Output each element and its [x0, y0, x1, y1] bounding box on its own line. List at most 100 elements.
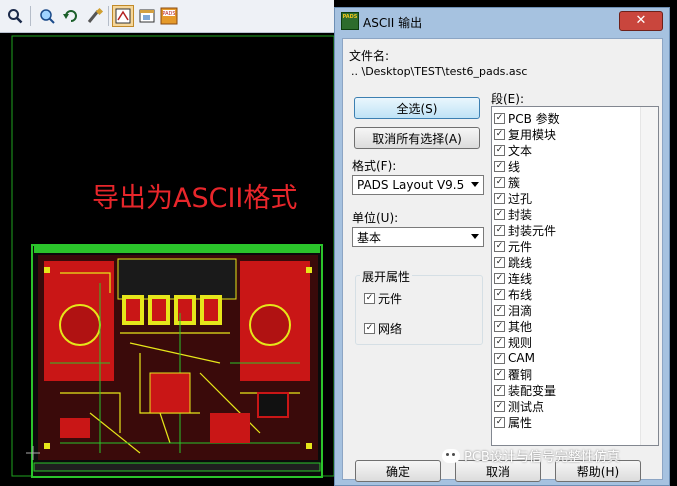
watermark: PCB设计与信号完整性仿真: [442, 446, 620, 465]
checkbox-checked-icon: ✓: [494, 128, 505, 140]
pcb-board-image: [11, 35, 334, 478]
checkbox-checked-icon: ✓: [494, 352, 505, 364]
sections-list: ✓ PCB 参数 ✓ 复用模块 ✓ 文本 ✓ 线 ✓ 簇 ✓ 过孔 ✓ 封装 ✓ 封装元件 ✓ 元件 ✓ 跳线 ✓ 连线 ✓…: [494, 110, 639, 430]
toolbar-separator: [108, 6, 109, 26]
sections-label: 段(E):: [491, 92, 524, 106]
section-item[interactable]: ✓ 封装元件: [494, 222, 639, 238]
unit-label: 单位(U):: [352, 211, 399, 225]
section-item[interactable]: ✓ 线: [494, 158, 639, 174]
section-item[interactable]: ✓ 封装: [494, 206, 639, 222]
pads-logo-icon[interactable]: PADS: [158, 5, 180, 27]
section-item-label: 跳线: [508, 255, 533, 270]
checkbox-checked-icon: ✓: [494, 288, 505, 300]
unit-select-value: 基本: [357, 230, 382, 245]
format-select[interactable]: PADS Layout V9.5: [352, 175, 484, 195]
checkbox-checked-icon: ✓: [494, 192, 505, 204]
checkbox-checked-icon: ✓: [494, 160, 505, 172]
section-item-label: 覆铜: [508, 367, 533, 382]
section-item[interactable]: ✓ 连线: [494, 270, 639, 286]
brush-icon[interactable]: [84, 5, 106, 27]
dialog-titlebar[interactable]: PADS ASCII 输出 ✕: [335, 8, 669, 34]
section-item-label: 泪滴: [508, 303, 533, 318]
window-icon[interactable]: [136, 5, 158, 27]
checkbox-checked-icon: ✓: [494, 256, 505, 268]
expand-attributes-group: 展开属性 ✓ 元件 ✓ 网络: [355, 268, 483, 345]
checkbox-checked-icon: ✓: [494, 400, 505, 412]
pcb-icon[interactable]: [112, 5, 134, 27]
dialog-title: ASCII 输出: [363, 16, 423, 30]
section-item-label: 过孔: [508, 191, 533, 206]
expand-nets-checkbox[interactable]: ✓ 网络: [364, 320, 402, 337]
listbox-scrollbar[interactable]: [640, 107, 658, 445]
chevron-down-icon: [471, 182, 479, 187]
section-item[interactable]: ✓ 泪滴: [494, 302, 639, 318]
ascii-output-dialog: PADS ASCII 输出 ✕ 文件名: .. \Desktop\TEST\te…: [334, 7, 670, 486]
checkbox-checked-icon: ✓: [494, 272, 505, 284]
section-item-label: 属性: [508, 415, 533, 430]
checkbox-checked-icon: ✓: [494, 416, 505, 428]
section-item[interactable]: ✓ 覆铜: [494, 366, 639, 382]
checkbox-checked-icon: ✓: [364, 293, 375, 304]
section-item-label: 布线: [508, 287, 533, 302]
section-item-label: 其他: [508, 319, 533, 334]
unit-select[interactable]: 基本: [352, 227, 484, 247]
section-item[interactable]: ✓ PCB 参数: [494, 110, 639, 126]
section-item[interactable]: ✓ 装配变量: [494, 382, 639, 398]
section-item-label: 文本: [508, 143, 533, 158]
section-item-label: PCB 参数: [508, 111, 560, 126]
close-button[interactable]: ✕: [619, 11, 663, 31]
sections-listbox[interactable]: ✓ PCB 参数 ✓ 复用模块 ✓ 文本 ✓ 线 ✓ 簇 ✓ 过孔 ✓ 封装 ✓ 封装元件 ✓ 元件 ✓ 跳线 ✓ 连线 ✓…: [491, 106, 659, 446]
section-item[interactable]: ✓ 测试点: [494, 398, 639, 414]
section-item-label: 线: [508, 159, 521, 174]
section-item-label: CAM: [508, 351, 535, 365]
checkbox-checked-icon: ✓: [494, 336, 505, 348]
toolbar: PADS: [0, 0, 334, 33]
format-label: 格式(F):: [352, 159, 397, 173]
section-item-label: 封装: [508, 207, 533, 222]
pcb-canvas[interactable]: 导出为ASCII格式: [0, 33, 334, 486]
checkbox-checked-icon: ✓: [494, 144, 505, 156]
undo-icon[interactable]: [60, 5, 82, 27]
wechat-icon: [442, 448, 460, 463]
section-item[interactable]: ✓ 布线: [494, 286, 639, 302]
section-item[interactable]: ✓ 过孔: [494, 190, 639, 206]
expand-parts-checkbox[interactable]: ✓ 元件: [364, 290, 402, 307]
svg-text:PADS: PADS: [162, 11, 175, 17]
checkbox-checked-icon: ✓: [494, 384, 505, 396]
section-item-label: 装配变量: [508, 383, 557, 398]
section-item-label: 规则: [508, 335, 533, 350]
checkbox-checked-icon: ✓: [494, 320, 505, 332]
section-item-label: 簇: [508, 175, 521, 190]
dialog-client-area: 文件名: .. \Desktop\TEST\test6_pads.asc 全选(…: [342, 38, 663, 482]
toolbar-separator: [30, 6, 31, 26]
checkbox-checked-icon: ✓: [364, 323, 375, 334]
file-path-text: .. \Desktop\TEST\test6_pads.asc: [351, 65, 528, 78]
select-all-button[interactable]: 全选(S): [354, 97, 480, 119]
section-item[interactable]: ✓ 文本: [494, 142, 639, 158]
checkbox-checked-icon: ✓: [494, 112, 505, 124]
file-name-label: 文件名:: [349, 49, 390, 63]
section-item[interactable]: ✓ 其他: [494, 318, 639, 334]
zoom-icon[interactable]: [36, 5, 58, 27]
overlay-caption: 导出为ASCII格式: [92, 183, 298, 214]
section-item-label: 封装元件: [508, 223, 557, 238]
checkbox-checked-icon: ✓: [494, 176, 505, 188]
checkbox-checked-icon: ✓: [494, 208, 505, 220]
section-item[interactable]: ✓ 属性: [494, 414, 639, 430]
section-item-label: 元件: [508, 239, 533, 254]
section-item[interactable]: ✓ CAM: [494, 350, 639, 366]
section-item-label: 测试点: [508, 399, 545, 414]
section-item[interactable]: ✓ 元件: [494, 238, 639, 254]
deselect-all-button[interactable]: 取消所有选择(A): [354, 127, 480, 149]
checkbox-checked-icon: ✓: [494, 240, 505, 252]
checkbox-checked-icon: ✓: [494, 224, 505, 236]
search-icon[interactable]: [4, 5, 26, 27]
format-select-value: PADS Layout V9.5: [357, 178, 465, 192]
chevron-down-icon: [471, 234, 479, 239]
watermark-text: PCB设计与信号完整性仿真: [464, 450, 620, 465]
section-item[interactable]: ✓ 跳线: [494, 254, 639, 270]
section-item[interactable]: ✓ 复用模块: [494, 126, 639, 142]
ok-button[interactable]: 确定: [355, 460, 441, 482]
section-item[interactable]: ✓ 规则: [494, 334, 639, 350]
section-item[interactable]: ✓ 簇: [494, 174, 639, 190]
